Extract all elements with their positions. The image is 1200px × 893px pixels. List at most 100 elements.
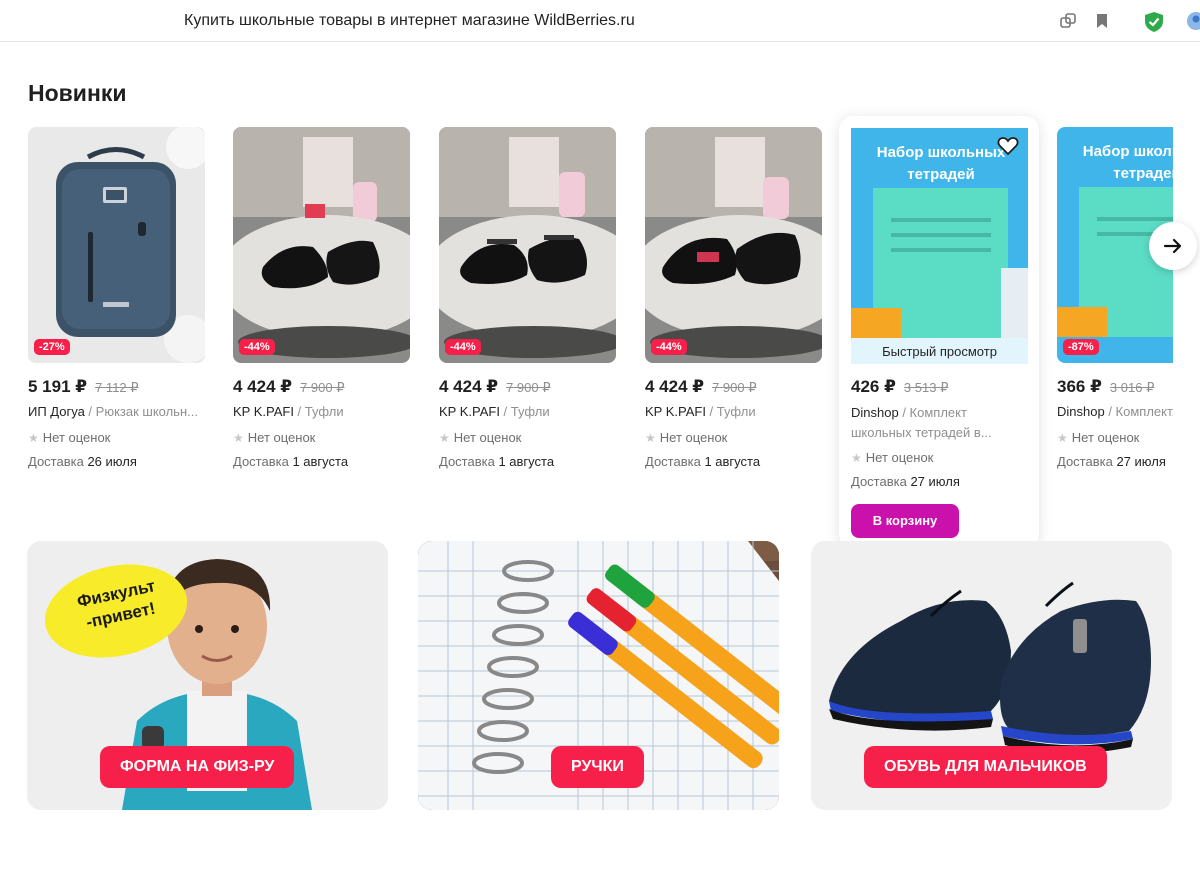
product-name[interactable]: Dinshop / Комплект... xyxy=(1057,404,1173,419)
rating: ★ Нет оценок xyxy=(233,430,315,445)
star-icon: ★ xyxy=(233,431,244,445)
product-name[interactable]: KP K.PAFI / Туфли xyxy=(645,404,825,419)
delivery-date: 26 июля xyxy=(87,454,137,469)
rating: ★ Нет оценок xyxy=(28,430,110,445)
product-image[interactable]: Набор школьных тетрадей Быстрый просмотр xyxy=(851,128,1028,369)
star-icon: ★ xyxy=(1057,431,1068,445)
rating: ★ Нет оценок xyxy=(645,430,727,445)
old-price: 3 513 ₽ xyxy=(903,380,949,395)
product-image[interactable]: -44% xyxy=(439,127,616,363)
rating-text: Нет оценок xyxy=(453,430,522,445)
rating: ★ Нет оценок xyxy=(1057,430,1139,445)
profile-icon[interactable] xyxy=(1186,11,1200,31)
price-row: 4 424 ₽ 7 900 ₽ xyxy=(233,377,345,397)
price-row: 4 424 ₽ 7 900 ₽ xyxy=(439,377,551,397)
delivery-date: 1 августа xyxy=(498,454,555,469)
old-price: 7 112 ₽ xyxy=(95,380,139,395)
brand-name: Dinshop xyxy=(1057,404,1105,419)
quick-view-button[interactable]: Быстрый просмотр xyxy=(851,338,1028,366)
banner-button[interactable]: ФОРМА НА ФИЗ-РУ xyxy=(100,746,295,788)
current-price: 4 424 ₽ xyxy=(439,377,499,396)
rating-text: Нет оценок xyxy=(1071,430,1140,445)
product-card[interactable]: Набор школьных тетрадей -87% 366 ₽ 3 016 … xyxy=(1057,116,1173,486)
heart-icon[interactable] xyxy=(996,134,1020,158)
delivery-date: 27 июля xyxy=(1116,454,1166,469)
brand-name: Dinshop xyxy=(851,405,899,420)
old-price: 3 016 ₽ xyxy=(1109,380,1155,395)
current-price: 366 ₽ xyxy=(1057,377,1102,396)
brand-name: KP K.PAFI xyxy=(439,404,500,419)
rating-text: Нет оценок xyxy=(42,430,111,445)
add-to-cart-button[interactable]: В корзину xyxy=(851,504,959,538)
banner-button[interactable]: ОБУВЬ ДЛЯ МАЛЬЧИКОВ xyxy=(864,746,1107,788)
delivery-date: 1 августа xyxy=(704,454,761,469)
star-icon: ★ xyxy=(645,431,656,445)
banner-boys-shoes[interactable]: ОБУВЬ ДЛЯ МАЛЬЧИКОВ xyxy=(811,541,1172,810)
delivery-label: Доставка xyxy=(233,454,289,469)
extensions-icon[interactable] xyxy=(1058,11,1078,31)
image-caption: Набор школьных тетрадей xyxy=(1082,143,1173,182)
product-category: / Туфли xyxy=(499,404,550,419)
old-price: 7 900 ₽ xyxy=(712,380,757,395)
product-image[interactable]: -27% xyxy=(28,127,205,363)
rating: ★ Нет оценок xyxy=(851,450,933,465)
page-title: Купить школьные товары в интернет магази… xyxy=(184,12,635,29)
delivery-info: Доставка 1 августа xyxy=(233,454,348,469)
product-name[interactable]: KP K.PAFI / Туфли xyxy=(439,404,619,419)
current-price: 426 ₽ xyxy=(851,377,896,396)
price-row: 5 191 ₽ 7 112 ₽ xyxy=(28,377,139,397)
current-price: 5 191 ₽ xyxy=(28,377,88,396)
brand-name: ИП Догуа xyxy=(28,404,85,419)
product-name[interactable]: Dinshop / Комплект школьных тетрадей в..… xyxy=(851,403,1021,443)
product-category: / Комплект... xyxy=(1108,404,1173,419)
product-category: / Туфли xyxy=(293,404,344,419)
discount-badge: -27% xyxy=(34,339,70,355)
price-row: 366 ₽ 3 016 ₽ xyxy=(1057,377,1154,397)
price-row: 426 ₽ 3 513 ₽ xyxy=(851,377,948,397)
section-title: Новинки xyxy=(28,80,127,106)
product-card-hovered[interactable]: Набор школьных тетрадей Быстрый просмотр… xyxy=(839,116,1039,548)
old-price: 7 900 ₽ xyxy=(300,380,345,395)
delivery-label: Доставка xyxy=(851,474,907,489)
delivery-info: Доставка 26 июля xyxy=(28,454,137,469)
delivery-info: Доставка 27 июля xyxy=(851,474,960,489)
carousel-next-button[interactable] xyxy=(1149,222,1197,270)
product-category: / Рюкзак школьн... xyxy=(84,404,198,419)
delivery-info: Доставка 27 июля xyxy=(1057,454,1166,469)
delivery-date: 1 августа xyxy=(292,454,349,469)
old-price: 7 900 ₽ xyxy=(506,380,551,395)
banner-button[interactable]: РУЧКИ xyxy=(551,746,644,788)
discount-badge: -44% xyxy=(445,339,481,355)
price-row: 4 424 ₽ 7 900 ₽ xyxy=(645,377,757,397)
bookmark-icon[interactable] xyxy=(1092,11,1112,31)
rating-text: Нет оценок xyxy=(659,430,728,445)
star-icon: ★ xyxy=(851,451,862,465)
current-price: 4 424 ₽ xyxy=(645,377,705,396)
delivery-info: Доставка 1 августа xyxy=(645,454,760,469)
star-icon: ★ xyxy=(439,431,450,445)
delivery-label: Доставка xyxy=(1057,454,1113,469)
delivery-info: Доставка 1 августа xyxy=(439,454,554,469)
discount-badge: -44% xyxy=(651,339,687,355)
rating-text: Нет оценок xyxy=(247,430,316,445)
star-icon: ★ xyxy=(28,431,39,445)
brand-name: KP K.PAFI xyxy=(645,404,706,419)
arrow-right-icon xyxy=(1163,238,1182,254)
product-category: / Туфли xyxy=(705,404,756,419)
delivery-label: Доставка xyxy=(439,454,495,469)
discount-badge: -44% xyxy=(239,339,275,355)
product-name[interactable]: ИП Догуа / Рюкзак школьн... xyxy=(28,404,208,419)
browser-tab-bar: Купить школьные товары в интернет магази… xyxy=(0,0,1200,42)
banner-pe-uniform[interactable]: Физкульт -привет! ФОРМА НА ФИЗ-РУ xyxy=(27,541,388,810)
delivery-date: 27 июля xyxy=(910,474,960,489)
product-name[interactable]: KP K.PAFI / Туфли xyxy=(233,404,413,419)
banner-pens[interactable]: РУЧКИ xyxy=(418,541,779,810)
delivery-label: Доставка xyxy=(28,454,84,469)
product-image[interactable]: -44% xyxy=(233,127,410,363)
delivery-label: Доставка xyxy=(645,454,701,469)
shield-icon[interactable] xyxy=(1143,11,1165,33)
discount-badge: -87% xyxy=(1063,339,1099,355)
product-image[interactable]: -44% xyxy=(645,127,822,363)
current-price: 4 424 ₽ xyxy=(233,377,293,396)
rating-text: Нет оценок xyxy=(865,450,934,465)
